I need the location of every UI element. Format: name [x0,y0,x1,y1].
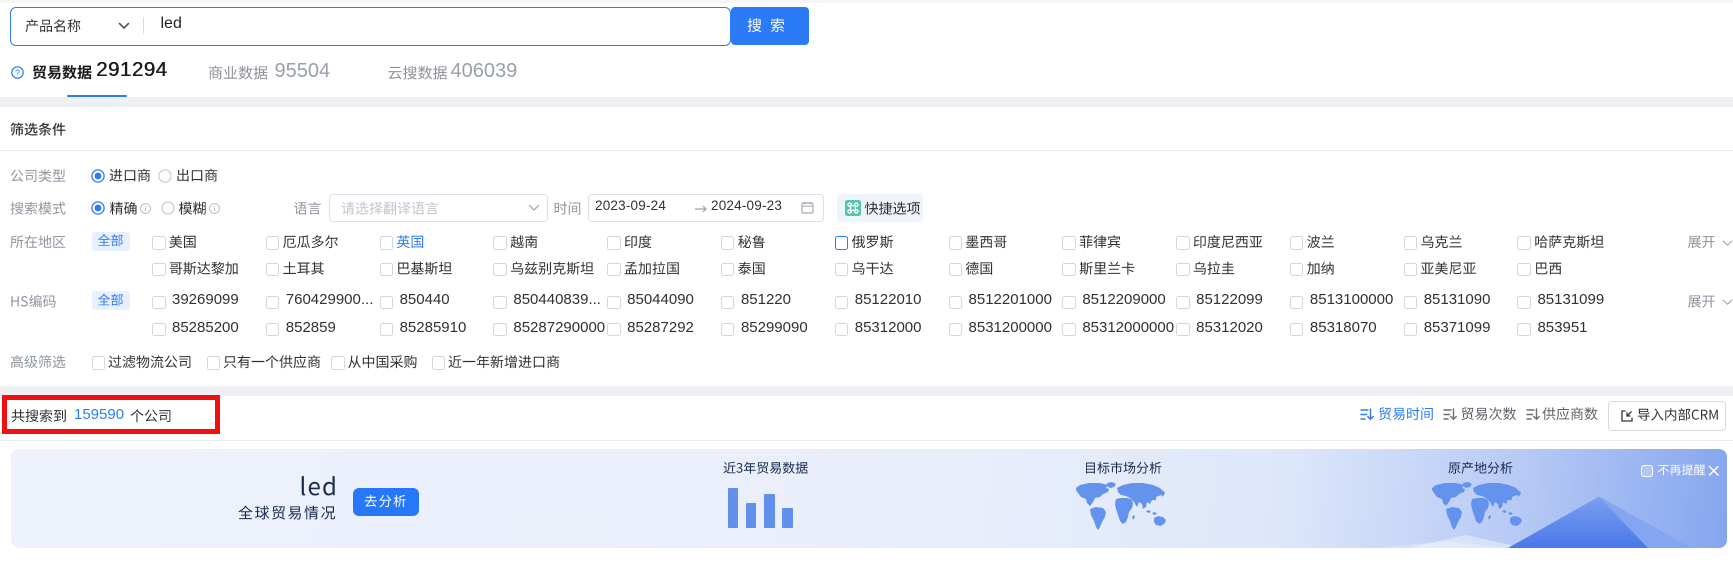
svg-text:?: ? [15,67,20,77]
